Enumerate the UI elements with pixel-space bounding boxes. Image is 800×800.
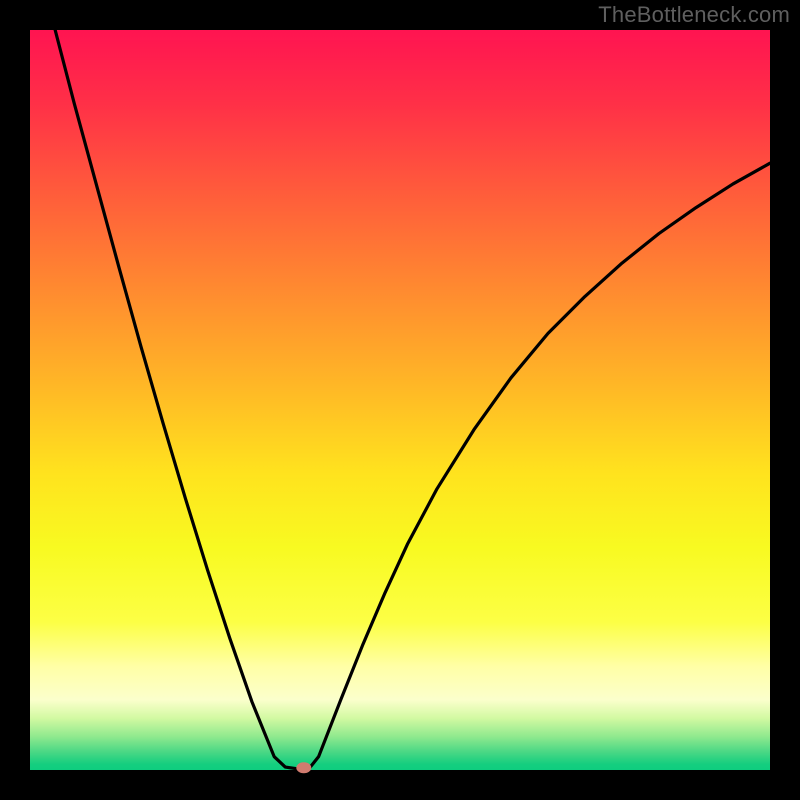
bottleneck-chart <box>0 0 800 800</box>
plot-background <box>30 30 770 770</box>
optimum-marker <box>296 762 311 773</box>
chart-frame: TheBottleneck.com <box>0 0 800 800</box>
watermark-text: TheBottleneck.com <box>598 2 790 28</box>
